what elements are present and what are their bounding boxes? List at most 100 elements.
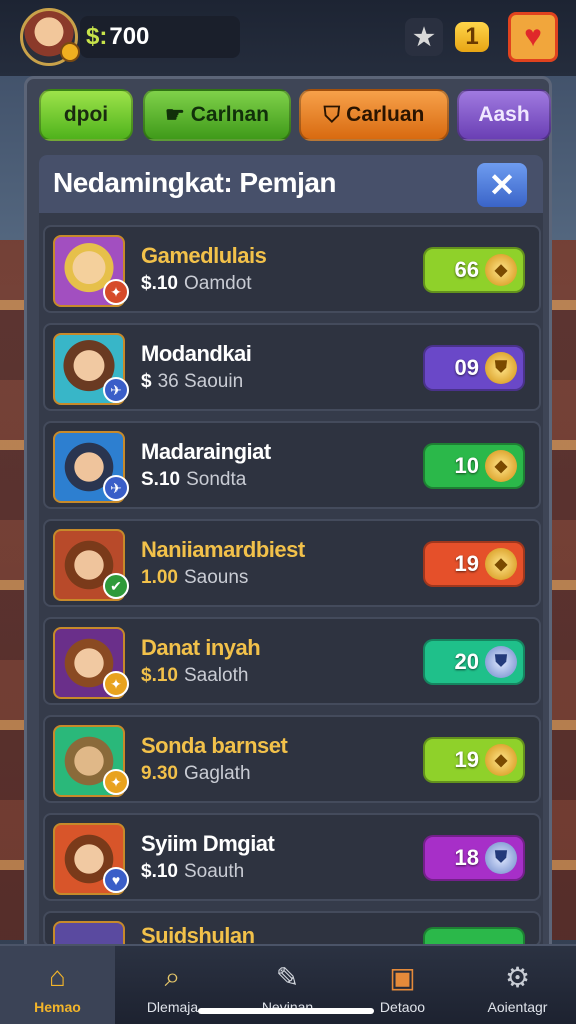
tab-dpoi[interactable]: dpoi	[39, 89, 133, 141]
top-bar: $: 700 ★ 1 ♥	[0, 0, 576, 76]
item-name: Syiim Dmgiat	[141, 831, 275, 856]
tab-bar: dpoi ☛ Carlnan ⛉ Carluan Aash	[39, 89, 551, 143]
item-detail: Saaloth	[183, 665, 249, 686]
currency-display: $: 700	[80, 16, 240, 58]
role-badge-icon: ♥	[103, 867, 129, 893]
tab-label: dpoi	[63, 103, 109, 126]
nav-settings[interactable]: ⚙ Aoientagr	[460, 946, 575, 1024]
reward-pill[interactable]: 18 ⛊	[423, 835, 525, 881]
item-detail: Saouns	[183, 567, 249, 588]
pointing-hand-icon: ☛	[165, 102, 185, 127]
coin-icon: ◆	[485, 254, 517, 286]
list-item[interactable]: ✔ Naniiamardbiest 1.00 Saouns 19 ◆	[43, 519, 541, 607]
item-subtext: $.10 Saaloth	[141, 665, 248, 687]
shield-coin-icon: ⛊	[485, 842, 517, 874]
pencil-icon: ✎	[275, 961, 300, 993]
item-detail: Sondta	[186, 469, 247, 490]
list-item[interactable]: ✈ Madaraingiat S.10 Sondta 10 ◆	[43, 421, 541, 509]
shield-icon: ⛉	[323, 102, 341, 127]
coin-icon: ◆	[485, 548, 517, 580]
tab-carlnan[interactable]: ☛ Carlnan	[143, 89, 291, 141]
panel-title: Nedamingkat: Pemjan	[53, 167, 337, 198]
item-price: 9.30	[141, 763, 178, 784]
reward-pill[interactable]: 09 ⛊	[423, 345, 525, 391]
item-price: $	[141, 371, 152, 392]
list-item[interactable]: ✦ Gamedlulais $.10 Oamdot 66 ◆	[43, 225, 541, 313]
currency-symbol: $:	[86, 23, 108, 50]
item-detail: Oamdot	[183, 273, 252, 294]
item-detail: Gaglath	[183, 763, 251, 784]
nav-label: Hemao	[34, 999, 81, 1015]
coin-icon: ◆	[485, 744, 517, 776]
reward-pill[interactable]: 19 ◆	[423, 541, 525, 587]
tab-label: Carlnan	[190, 103, 269, 126]
reward-value: 18	[454, 845, 479, 870]
magnifier-icon: ⌕	[164, 960, 181, 992]
main-panel: dpoi ☛ Carlnan ⛉ Carluan Aash Nedamingka…	[24, 76, 552, 956]
shield-coin-icon: ⛊	[485, 352, 517, 384]
tab-label: Carluan	[346, 103, 425, 126]
close-button[interactable]: ✕	[477, 163, 527, 207]
star-icon[interactable]: ★	[405, 18, 443, 56]
gold-ticket-icon[interactable]: 1	[455, 22, 489, 52]
item-name: Danat inyah	[141, 635, 261, 660]
item-price: $.10	[141, 861, 178, 882]
reward-value: 19	[454, 747, 479, 772]
item-name: Naniiamardbiest	[141, 537, 305, 562]
reward-pill[interactable]: 20 ⛊	[423, 639, 525, 685]
coin-icon: ◆	[485, 450, 517, 482]
list-header: Nedamingkat: Pemjan ✕	[39, 155, 543, 213]
reward-value: 09	[454, 355, 479, 380]
card-icon: ▣	[389, 961, 416, 993]
list-item[interactable]: ✦ Sonda barnset 9.30 Gaglath 19 ◆	[43, 715, 541, 803]
list-panel: Nedamingkat: Pemjan ✕ ✦ Gamedlulais $.10…	[39, 155, 543, 955]
item-detail: Soauth	[183, 861, 245, 882]
gold-ticket-label: 1	[465, 23, 479, 50]
heart-gift-icon[interactable]: ♥	[508, 12, 558, 62]
item-subtext: S.10 Sondta	[141, 469, 246, 491]
reward-value: 20	[454, 649, 479, 674]
list-item[interactable]: ✈ Modandkai $36 Saouin 09 ⛊	[43, 323, 541, 411]
tab-aash[interactable]: Aash	[457, 89, 551, 141]
settings-icon: ⚙	[504, 961, 531, 993]
item-subtext: 1.00 Saouns	[141, 567, 248, 589]
role-badge-icon: ✦	[103, 671, 129, 697]
home-icon: ⌂	[49, 961, 66, 992]
currency-value: 700	[109, 23, 150, 50]
role-badge-icon: ✈	[103, 377, 129, 403]
item-price: $.10	[141, 273, 178, 294]
item-price: $.10	[141, 665, 178, 686]
reward-pill[interactable]: 66 ◆	[423, 247, 525, 293]
reward-pill[interactable]: 10 ◆	[423, 443, 525, 489]
tab-carluan[interactable]: ⛉ Carluan	[299, 89, 449, 141]
item-subtext: $.10 Oamdot	[141, 273, 252, 295]
home-indicator[interactable]	[198, 1008, 374, 1014]
reward-value: 66	[454, 257, 479, 282]
reward-pill[interactable]: 19 ◆	[423, 737, 525, 783]
item-name: Madaraingiat	[141, 439, 271, 464]
item-name: Sonda barnset	[141, 733, 288, 758]
item-subtext: $36 Saouin	[141, 371, 243, 393]
item-price: S.10	[141, 469, 181, 490]
list-item[interactable]: ♥ Syiim Dmgiat $.10 Soauth 18 ⛊	[43, 813, 541, 901]
role-badge-icon: ✦	[103, 279, 129, 305]
nav-label: Aoientagr	[487, 999, 548, 1015]
item-name: Modandkai	[141, 341, 252, 366]
item-name: Gamedlulais	[141, 243, 267, 268]
list-item[interactable]: ✦ Danat inyah $.10 Saaloth 20 ⛊	[43, 617, 541, 705]
list-item[interactable]: Suidshulan	[43, 911, 541, 947]
item-subtext: $.10 Soauth	[141, 861, 244, 883]
item-subtext: 9.30 Gaglath	[141, 763, 251, 785]
role-badge-icon: ✦	[103, 769, 129, 795]
reward-value: 19	[454, 551, 479, 576]
role-badge-icon: ✔	[103, 573, 129, 599]
role-badge-icon: ✈	[103, 475, 129, 501]
nav-label: Detaoo	[379, 999, 426, 1015]
nav-label: Dlemaja	[146, 999, 199, 1015]
avatar-badge-icon	[60, 42, 80, 62]
item-price: 1.00	[141, 567, 178, 588]
nav-home[interactable]: ⌂ Hemao	[0, 946, 115, 1024]
shield-coin-icon: ⛊	[485, 646, 517, 678]
reward-value: 10	[454, 453, 479, 478]
tab-label: Aash	[478, 103, 530, 126]
